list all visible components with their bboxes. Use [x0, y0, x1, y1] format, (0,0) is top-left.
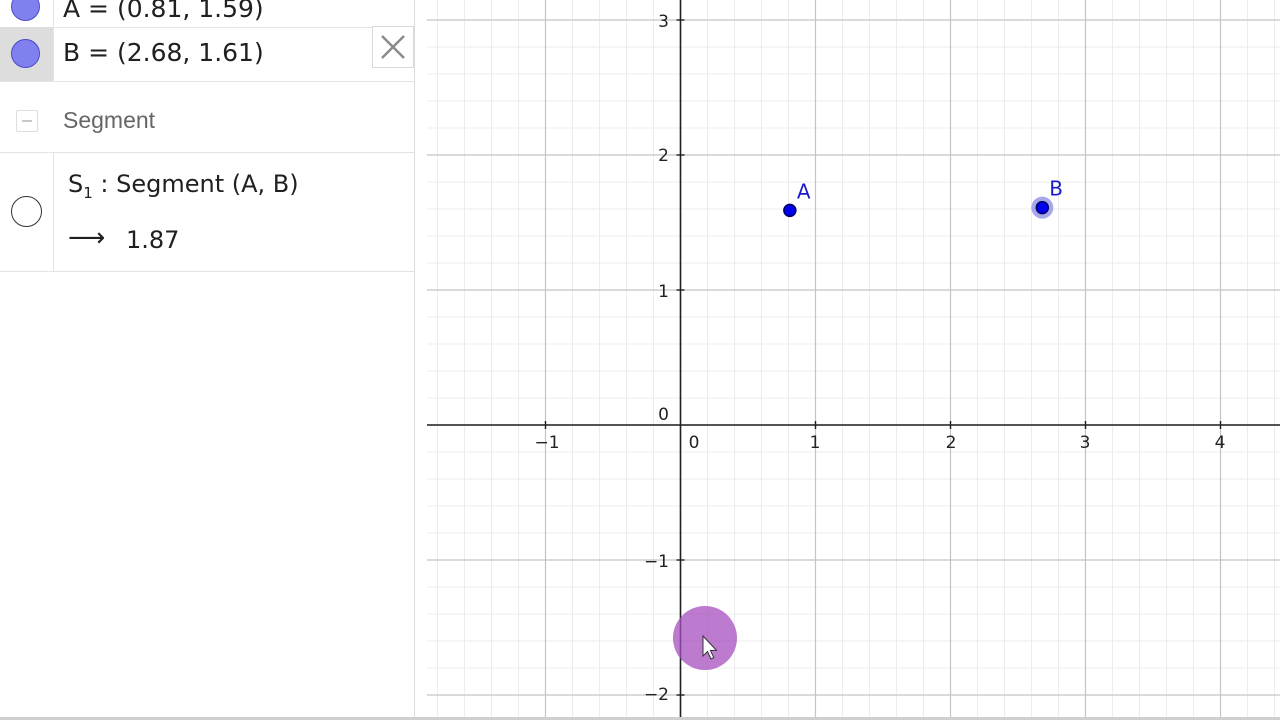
visibility-toggle-segment[interactable]	[11, 196, 42, 227]
tick-labels: −1 0 1 2 3 4 3 2 1 0 −1 −2	[534, 12, 1225, 705]
point-a[interactable]	[783, 203, 797, 218]
segment-definition[interactable]: S1 : Segment (A, B)	[68, 170, 299, 202]
y-tick-label: −1	[644, 552, 669, 572]
major-grid	[427, 0, 1280, 720]
y-tick-label: 0	[658, 405, 669, 425]
segment-subscript: 1	[83, 183, 93, 202]
x-tick-label: 3	[1080, 433, 1091, 453]
segment-length-value: 1.87	[126, 226, 180, 254]
delete-close-button[interactable]	[372, 26, 414, 68]
axes	[427, 0, 1280, 720]
visibility-toggle-b[interactable]	[11, 39, 40, 68]
minus-icon	[22, 120, 32, 122]
segment-command: : Segment (A, B)	[100, 170, 299, 198]
tick-marks	[544, 19, 1222, 696]
point-b-definition[interactable]: B = (2.68, 1.61)	[63, 38, 264, 67]
cursor-layer	[673, 606, 737, 670]
close-icon	[381, 35, 405, 59]
graphics-view[interactable]: −1 0 1 2 3 4 3 2 1 0 −1 −2 A B	[427, 0, 1280, 720]
y-tick-label: 3	[658, 12, 669, 32]
y-tick-label: 2	[658, 146, 669, 166]
x-tick-label: 2	[946, 433, 957, 453]
minor-grid	[427, 0, 1280, 720]
output-arrow-icon: ⟶	[68, 223, 106, 253]
point-a-definition[interactable]: A = (0.81, 1.59)	[63, 0, 264, 23]
algebra-row-point-b[interactable]: B = (2.68, 1.61)	[0, 27, 414, 82]
collapse-group-button[interactable]	[16, 110, 38, 132]
point-b[interactable]	[1035, 200, 1050, 215]
y-tick-label: −2	[644, 685, 669, 705]
segment-name: S	[68, 170, 84, 198]
algebra-row-point-a[interactable]: A = (0.81, 1.59)	[0, 0, 414, 28]
algebra-row-segment[interactable]: S1 : Segment (A, B) ⟶ 1.87	[0, 153, 414, 272]
x-tick-label: −1	[534, 433, 559, 453]
point-b-label[interactable]: B	[1049, 177, 1063, 201]
x-tick-label: 4	[1215, 433, 1226, 453]
point-a-label[interactable]: A	[797, 179, 811, 203]
x-tick-label: 1	[810, 433, 821, 453]
algebra-view: A = (0.81, 1.59) B = (2.68, 1.61) Segmen…	[0, 0, 415, 720]
x-tick-label: 0	[689, 433, 700, 453]
group-label: Segment	[63, 107, 156, 133]
graphics-canvas[interactable]: −1 0 1 2 3 4 3 2 1 0 −1 −2 A B	[427, 0, 1280, 720]
y-tick-label: 1	[658, 282, 669, 302]
